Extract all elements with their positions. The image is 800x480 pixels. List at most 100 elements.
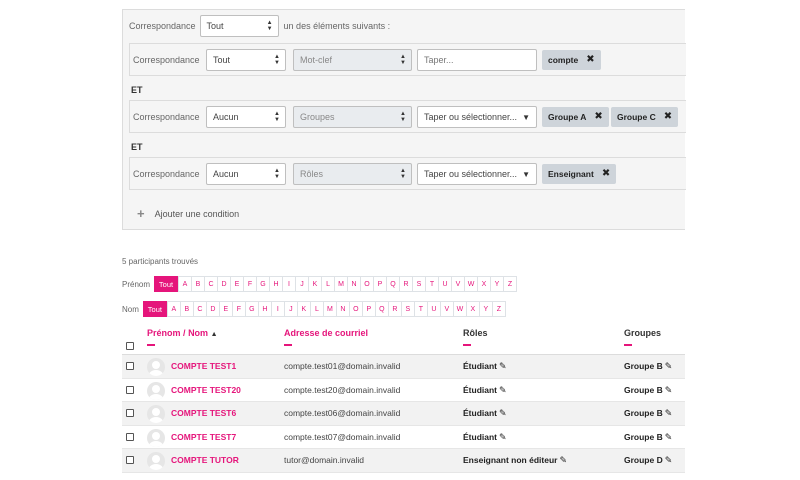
- select-all-checkbox[interactable]: [126, 342, 134, 350]
- close-icon[interactable]: ✖: [664, 111, 672, 122]
- firstname-initial-letter-v[interactable]: V: [451, 276, 466, 292]
- row-checkbox[interactable]: [126, 409, 134, 417]
- match-select[interactable]: Tout ▲ ▼: [199, 15, 279, 37]
- row-checkbox[interactable]: [126, 385, 134, 394]
- add-condition-button[interactable]: + Ajouter une condition: [137, 206, 239, 221]
- participant-name-link[interactable]: COMPTE TEST20: [171, 385, 241, 395]
- pencil-icon[interactable]: ✎: [499, 361, 507, 371]
- lastname-initial-letter-n[interactable]: N: [335, 301, 350, 317]
- pencil-icon[interactable]: ✎: [499, 432, 507, 442]
- participant-name-link[interactable]: COMPTE TEST7: [171, 432, 236, 442]
- condition-match-select[interactable]: Aucun ▲ ▼: [206, 162, 286, 185]
- lastname-initial-letter-c[interactable]: C: [192, 301, 207, 317]
- firstname-initial-letter-e[interactable]: E: [230, 276, 245, 292]
- close-icon[interactable]: ✖: [586, 54, 594, 65]
- lastname-initial-letter-i[interactable]: I: [270, 301, 285, 317]
- condition-type-select[interactable]: Mot-clef ▲ ▼: [293, 48, 412, 71]
- participant-name-link[interactable]: COMPTE TEST6: [171, 408, 236, 418]
- firstname-initial-letter-y[interactable]: Y: [490, 276, 505, 292]
- lastname-initial-letter-z[interactable]: Z: [491, 301, 506, 317]
- lastname-initial-letter-u[interactable]: U: [426, 301, 441, 317]
- firstname-initial-letter-o[interactable]: O: [360, 276, 375, 292]
- close-icon[interactable]: ✖: [594, 111, 602, 122]
- lastname-initial-letter-k[interactable]: K: [296, 301, 311, 317]
- pencil-icon[interactable]: ✎: [665, 385, 673, 395]
- firstname-initial-letter-j[interactable]: J: [295, 276, 310, 292]
- pencil-icon[interactable]: ✎: [559, 455, 567, 465]
- lastname-initial-letter-q[interactable]: Q: [374, 301, 389, 317]
- firstname-initial-letter-t[interactable]: T: [425, 276, 440, 292]
- row-checkbox[interactable]: [126, 456, 134, 464]
- close-icon[interactable]: ✖: [602, 168, 610, 179]
- keyword-input[interactable]: Taper...: [417, 48, 537, 71]
- column-toggle-groups[interactable]: [624, 344, 632, 346]
- participant-name-link[interactable]: COMPTE TEST1: [171, 361, 236, 371]
- pencil-icon[interactable]: ✎: [665, 361, 673, 371]
- lastname-initial-letter-t[interactable]: T: [413, 301, 428, 317]
- condition-match-select[interactable]: Aucun ▲ ▼: [206, 105, 286, 128]
- tag-compte[interactable]: compte ✖: [542, 49, 601, 70]
- firstname-initial-letter-z[interactable]: Z: [503, 276, 518, 292]
- pencil-icon[interactable]: ✎: [499, 408, 507, 418]
- lastname-initial-letter-m[interactable]: M: [322, 301, 337, 317]
- column-toggle-name[interactable]: [147, 344, 155, 346]
- firstname-initial-letter-w[interactable]: W: [464, 276, 479, 292]
- condition-match-select[interactable]: Tout ▲ ▼: [206, 48, 286, 71]
- firstname-initial-letter-p[interactable]: P: [373, 276, 388, 292]
- firstname-initial-letter-h[interactable]: H: [269, 276, 284, 292]
- tag-enseignant[interactable]: Enseignant ✖: [542, 163, 617, 184]
- lastname-initial-letter-x[interactable]: X: [465, 301, 480, 317]
- sort-lastname-link[interactable]: Nom: [188, 328, 208, 338]
- initial-all-button[interactable]: Tout: [142, 301, 167, 317]
- lastname-initial-letter-h[interactable]: H: [257, 301, 272, 317]
- lastname-initial-letter-e[interactable]: E: [218, 301, 233, 317]
- column-header-email[interactable]: Adresse de courriel: [284, 328, 368, 338]
- firstname-initial-letter-m[interactable]: M: [334, 276, 349, 292]
- pencil-icon[interactable]: ✎: [665, 408, 673, 418]
- firstname-initial-letter-r[interactable]: R: [399, 276, 414, 292]
- firstname-initial-letter-n[interactable]: N: [347, 276, 362, 292]
- lastname-initial-letter-y[interactable]: Y: [478, 301, 493, 317]
- groups-autocomplete[interactable]: Taper ou sélectionner... ▼: [417, 105, 537, 128]
- row-checkbox[interactable]: [126, 362, 134, 370]
- firstname-initial-letter-k[interactable]: K: [308, 276, 323, 292]
- firstname-initial-letter-x[interactable]: X: [477, 276, 492, 292]
- lastname-initial-letter-g[interactable]: G: [244, 301, 259, 317]
- firstname-initial-letter-s[interactable]: S: [412, 276, 427, 292]
- sort-firstname-link[interactable]: Prénom: [147, 328, 181, 338]
- roles-autocomplete[interactable]: Taper ou sélectionner... ▼: [417, 162, 537, 185]
- firstname-initial-letter-u[interactable]: U: [438, 276, 453, 292]
- tag-groupe-a[interactable]: Groupe A ✖: [542, 106, 609, 127]
- row-checkbox[interactable]: [126, 432, 134, 441]
- lastname-initial-letter-p[interactable]: P: [361, 301, 376, 317]
- lastname-initial-letter-v[interactable]: V: [439, 301, 454, 317]
- firstname-initial-letter-i[interactable]: I: [282, 276, 297, 292]
- firstname-initial-letter-d[interactable]: D: [217, 276, 232, 292]
- firstname-initial-letter-b[interactable]: B: [191, 276, 206, 292]
- firstname-initial-letter-f[interactable]: F: [243, 276, 258, 292]
- pencil-icon[interactable]: ✎: [665, 455, 673, 465]
- condition-type-select[interactable]: Groupes ▲ ▼: [293, 105, 412, 128]
- lastname-initial-letter-o[interactable]: O: [348, 301, 363, 317]
- pencil-icon[interactable]: ✎: [499, 385, 507, 395]
- lastname-initial-letter-d[interactable]: D: [205, 301, 220, 317]
- firstname-initial-letter-q[interactable]: Q: [386, 276, 401, 292]
- firstname-initial-letter-c[interactable]: C: [204, 276, 219, 292]
- initial-all-button[interactable]: Tout: [154, 276, 179, 292]
- participant-name-link[interactable]: COMPTE TUTOR: [171, 455, 239, 465]
- lastname-initial-letter-r[interactable]: R: [387, 301, 402, 317]
- firstname-initial-letter-a[interactable]: A: [178, 276, 193, 292]
- lastname-initial-letter-a[interactable]: A: [166, 301, 181, 317]
- firstname-initial-letter-g[interactable]: G: [256, 276, 271, 292]
- lastname-initial-letter-j[interactable]: J: [283, 301, 298, 317]
- pencil-icon[interactable]: ✎: [665, 432, 673, 442]
- lastname-initial-letter-s[interactable]: S: [400, 301, 415, 317]
- column-toggle-email[interactable]: [284, 344, 292, 346]
- tag-groupe-c[interactable]: Groupe C ✖: [611, 106, 679, 127]
- firstname-initial-letter-l[interactable]: L: [321, 276, 336, 292]
- column-toggle-roles[interactable]: [463, 344, 471, 346]
- lastname-initial-letter-b[interactable]: B: [179, 301, 194, 317]
- condition-type-select[interactable]: Rôles ▲ ▼: [293, 162, 412, 185]
- lastname-initial-letter-w[interactable]: W: [452, 301, 467, 317]
- lastname-initial-letter-f[interactable]: F: [231, 301, 246, 317]
